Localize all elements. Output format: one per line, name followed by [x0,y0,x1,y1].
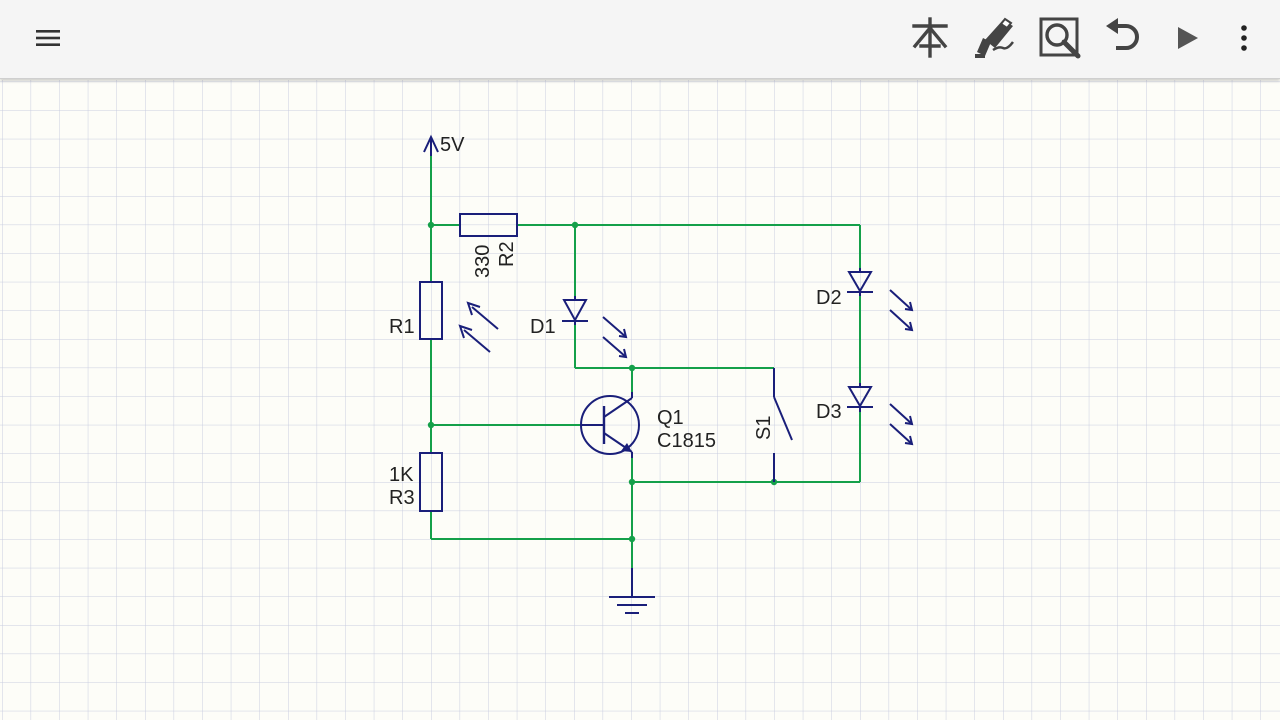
power-label: 5V [440,134,465,156]
edit-icon [975,17,1014,58]
menu-icon [36,30,60,46]
d3-label: D3 [816,401,842,423]
undo-icon [1106,18,1139,50]
d1-label: D1 [530,316,556,338]
d2-label: D2 [816,287,842,309]
top-toolbar [0,0,1280,79]
edit-button[interactable] [972,14,1020,62]
play-icon [1178,27,1198,49]
power-5v[interactable]: 5V [423,134,465,156]
zoom-icon [1039,17,1081,59]
more-options-button[interactable] [1220,14,1268,62]
r3-value-label: 1K [389,464,414,486]
r2-label: R2 [496,241,518,267]
r3-label: R3 [389,487,415,509]
q1-value-label: C1815 [657,430,716,452]
component-icon [912,17,948,58]
schematic-svg: 5V R1 330 R2 1K R3 D1 D2 D3 Q1 C1815 S1 [0,80,1280,720]
r2-value-label: 330 [472,245,494,278]
zoom-button[interactable] [1036,14,1084,62]
run-button[interactable] [1163,14,1211,62]
component-button[interactable] [906,14,954,62]
undo-button[interactable] [1100,14,1148,62]
q1-label: Q1 [657,407,684,429]
schematic-canvas[interactable]: 5V R1 330 R2 1K R3 D1 D2 D3 Q1 C1815 S1 [0,80,1280,720]
s1-label: S1 [753,416,775,440]
menu-button[interactable] [24,14,72,62]
grid-background [0,80,1280,720]
r1-label: R1 [389,316,415,338]
more-vert-icon [1241,25,1247,51]
